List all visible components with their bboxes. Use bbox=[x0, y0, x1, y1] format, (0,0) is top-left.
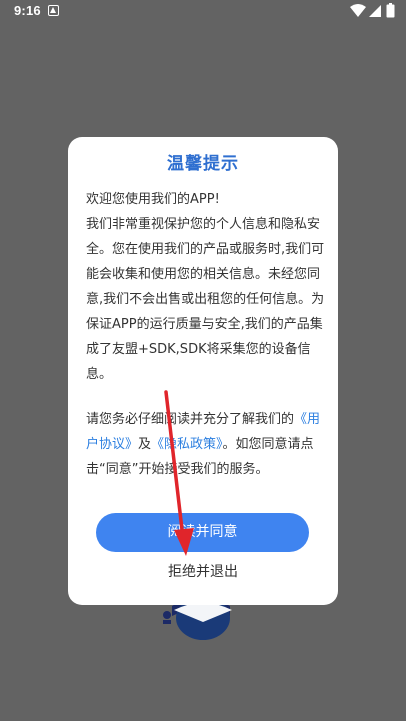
agreement-intro-text: 请您务必仔细阅读并充分了解我们的 bbox=[86, 412, 295, 427]
battery-icon bbox=[386, 3, 395, 18]
signal-icon bbox=[369, 5, 381, 17]
welcome-text: 欢迎您使用我们的APP! bbox=[86, 192, 220, 207]
and-text: 及 bbox=[138, 437, 152, 452]
agree-button[interactable]: 阅读并同意 bbox=[96, 513, 309, 552]
dialog-title: 温馨提示 bbox=[167, 154, 239, 174]
status-bar: 9:16 bbox=[0, 0, 406, 24]
notification-icon bbox=[48, 5, 59, 16]
privacy-policy-link[interactable]: 《隐私政策》 bbox=[151, 437, 223, 452]
status-time: 9:16 bbox=[14, 3, 41, 18]
wifi-icon bbox=[350, 4, 366, 17]
agreement-notice: 请您务必仔细阅读并充分了解我们的《用户协议》及《隐私政策》。如您同意请点击“同意… bbox=[86, 407, 326, 482]
reject-button[interactable]: 拒绝并退出 bbox=[68, 561, 338, 583]
privacy-dialog: 温馨提示 欢迎您使用我们的APP! 我们非常重视保护您的个人信息和隐私安全。您在… bbox=[68, 137, 338, 605]
privacy-description: 我们非常重视保护您的个人信息和隐私安全。您在使用我们的产品或服务时,我们可能会收… bbox=[86, 217, 325, 382]
dialog-body: 欢迎您使用我们的APP! 我们非常重视保护您的个人信息和隐私安全。您在使用我们的… bbox=[86, 187, 326, 482]
